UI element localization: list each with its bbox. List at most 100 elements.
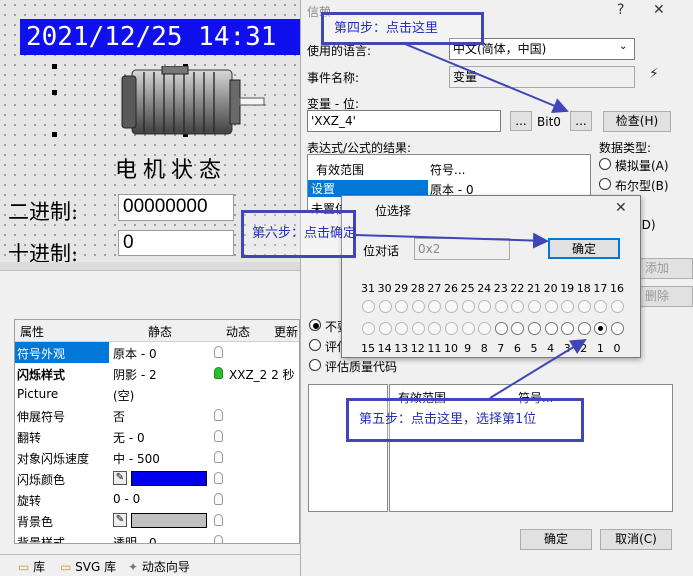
motor-icon[interactable] [118, 66, 268, 142]
table-row[interactable]: 闪烁颜色 ✎ [15, 468, 299, 489]
lightbulb-icon[interactable] [214, 451, 223, 463]
bit-checkbox[interactable] [511, 300, 525, 313]
bit-checkbox[interactable] [528, 322, 541, 335]
color-picker-icon[interactable]: ✎ [113, 471, 127, 485]
radio-analog[interactable] [599, 158, 611, 170]
chevron-down-icon[interactable]: ⌄ [619, 41, 627, 52]
radio-eval-quality[interactable] [309, 359, 321, 371]
bit-number-label: 21 [527, 282, 541, 295]
radio-bool[interactable] [599, 178, 611, 190]
decimal-value-field[interactable]: 0 [118, 230, 234, 256]
bit-checkbox[interactable] [478, 322, 492, 335]
bit-checkbox[interactable] [428, 322, 442, 335]
word-value-field[interactable]: 0x2 [414, 238, 510, 260]
bit-checkbox[interactable] [395, 322, 409, 335]
bit-checkbox[interactable] [561, 322, 575, 335]
lightbulb-icon[interactable] [214, 535, 223, 543]
bit-checkbox[interactable] [577, 322, 591, 335]
color-picker-icon[interactable]: ✎ [113, 513, 127, 527]
bit-checkbox[interactable] [378, 300, 392, 313]
selection-handle[interactable] [52, 132, 57, 137]
bit-checkbox[interactable] [378, 322, 392, 335]
event-label: 事件名称: [307, 71, 360, 85]
flash-color-swatch[interactable] [131, 471, 207, 486]
col-range: 有效范围 [316, 163, 365, 177]
radio-eval-status[interactable] [309, 339, 321, 351]
bit-checkbox[interactable] [445, 322, 458, 335]
property-value: 中 - 500 [113, 452, 160, 466]
cancel-button[interactable]: 取消(C) [600, 529, 672, 550]
binary-value-field[interactable]: 00000000 [118, 194, 234, 221]
bit-checkbox[interactable] [411, 300, 425, 313]
bit-checkbox[interactable] [461, 322, 475, 335]
bit-number-label: 13 [394, 342, 409, 355]
bit-number-label: 1 [596, 342, 604, 355]
bit-checkbox[interactable] [594, 300, 608, 313]
bit-checkbox[interactable] [544, 300, 558, 313]
table-row[interactable]: 旋转 0 - 0 [15, 489, 299, 510]
property-name: 闪烁样式 [17, 368, 66, 382]
clock-display[interactable]: 2021/12/25 14:31 [20, 19, 305, 55]
bit-checkbox[interactable] [494, 300, 508, 313]
selection-handle[interactable] [52, 64, 57, 69]
lightbulb-icon[interactable] [214, 430, 223, 442]
bit-checkbox[interactable] [411, 322, 425, 335]
tab-svg-library[interactable]: ▭ SVG 库 [60, 558, 116, 575]
lightbulb-icon[interactable] [214, 493, 223, 505]
help-icon[interactable]: ? [617, 2, 624, 18]
lightbulb-icon[interactable] [214, 346, 223, 358]
bit-ok-button[interactable]: 确定 [548, 238, 620, 259]
bit-checkbox[interactable] [461, 300, 475, 313]
table-row[interactable]: 闪烁样式 阴影 - 2 XXZ_2 2 秒 [15, 363, 299, 384]
tab-library[interactable]: ▭ 库 [18, 558, 45, 575]
wand-icon[interactable]: ⚡ [649, 66, 659, 82]
table-row[interactable]: 背景色 ✎ [15, 510, 299, 531]
selection-handle[interactable] [52, 90, 57, 95]
check-button[interactable]: 检查(H) [603, 111, 671, 132]
bit-number-label: 11 [427, 342, 442, 355]
bit-checkbox[interactable] [611, 300, 624, 313]
bit-checkbox[interactable] [561, 300, 575, 313]
bit-checkbox[interactable] [428, 300, 442, 313]
table-row[interactable]: 伸展符号 否 [15, 405, 299, 426]
properties-grid[interactable]: 属性 静态 动态 更新 符号外观 原本 - 0 闪烁样式 阴影 - 2 XXZ_… [14, 319, 300, 544]
table-row[interactable]: Picture (空) [15, 384, 299, 405]
table-row[interactable]: 背景样式 透明 - 0 [15, 531, 299, 543]
bit-number-label: 25 [460, 282, 475, 295]
event-field[interactable]: 变量 [449, 66, 635, 88]
bit-checkbox[interactable] [528, 300, 541, 313]
bit-checkbox[interactable] [511, 322, 525, 335]
browse-bit-button[interactable]: ... [570, 111, 592, 131]
bit-checkbox[interactable] [395, 300, 409, 313]
splitter[interactable] [0, 262, 300, 271]
lightbulb-icon[interactable] [214, 409, 223, 421]
table-row[interactable]: 符号外观 原本 - 0 [15, 342, 299, 363]
background-color-swatch[interactable] [131, 513, 207, 528]
bit-checkbox[interactable] [577, 300, 591, 313]
radio-eval-none[interactable] [309, 319, 321, 331]
tab-dynamic-wizard[interactable]: ✦ 动态向导 [128, 558, 190, 575]
table-row[interactable]: 翻转 无 - 0 [15, 426, 299, 447]
close-icon[interactable]: ✕ [615, 200, 627, 216]
bit-checkbox[interactable] [362, 322, 375, 335]
bit-number-label: 28 [410, 282, 425, 295]
bit-checkbox[interactable] [544, 322, 558, 335]
binary-label: 二进制: [8, 200, 79, 224]
bit-checkbox[interactable] [594, 322, 608, 335]
close-icon[interactable]: ✕ [653, 2, 665, 18]
motor-status-title[interactable]: 电机状态 [115, 152, 227, 184]
lightbulb-active-icon[interactable] [214, 367, 223, 379]
variable-field[interactable]: 'XXZ_4' [307, 110, 501, 132]
bit-checkbox[interactable] [478, 300, 492, 313]
bit-checkbox[interactable] [445, 300, 458, 313]
bit-checkbox[interactable] [494, 322, 508, 335]
lightbulb-icon[interactable] [214, 472, 223, 484]
lightbulb-icon[interactable] [214, 514, 223, 526]
ok-button[interactable]: 确定 [520, 529, 592, 550]
decimal-label: 十进制: [8, 242, 79, 262]
table-row[interactable]: 对象闪烁速度 中 - 500 [15, 447, 299, 468]
browse-variable-button[interactable]: ... [510, 111, 532, 131]
bit-checkbox[interactable] [611, 322, 624, 335]
bit-checkbox[interactable] [362, 300, 375, 313]
bit-number-label: 3 [563, 342, 571, 355]
